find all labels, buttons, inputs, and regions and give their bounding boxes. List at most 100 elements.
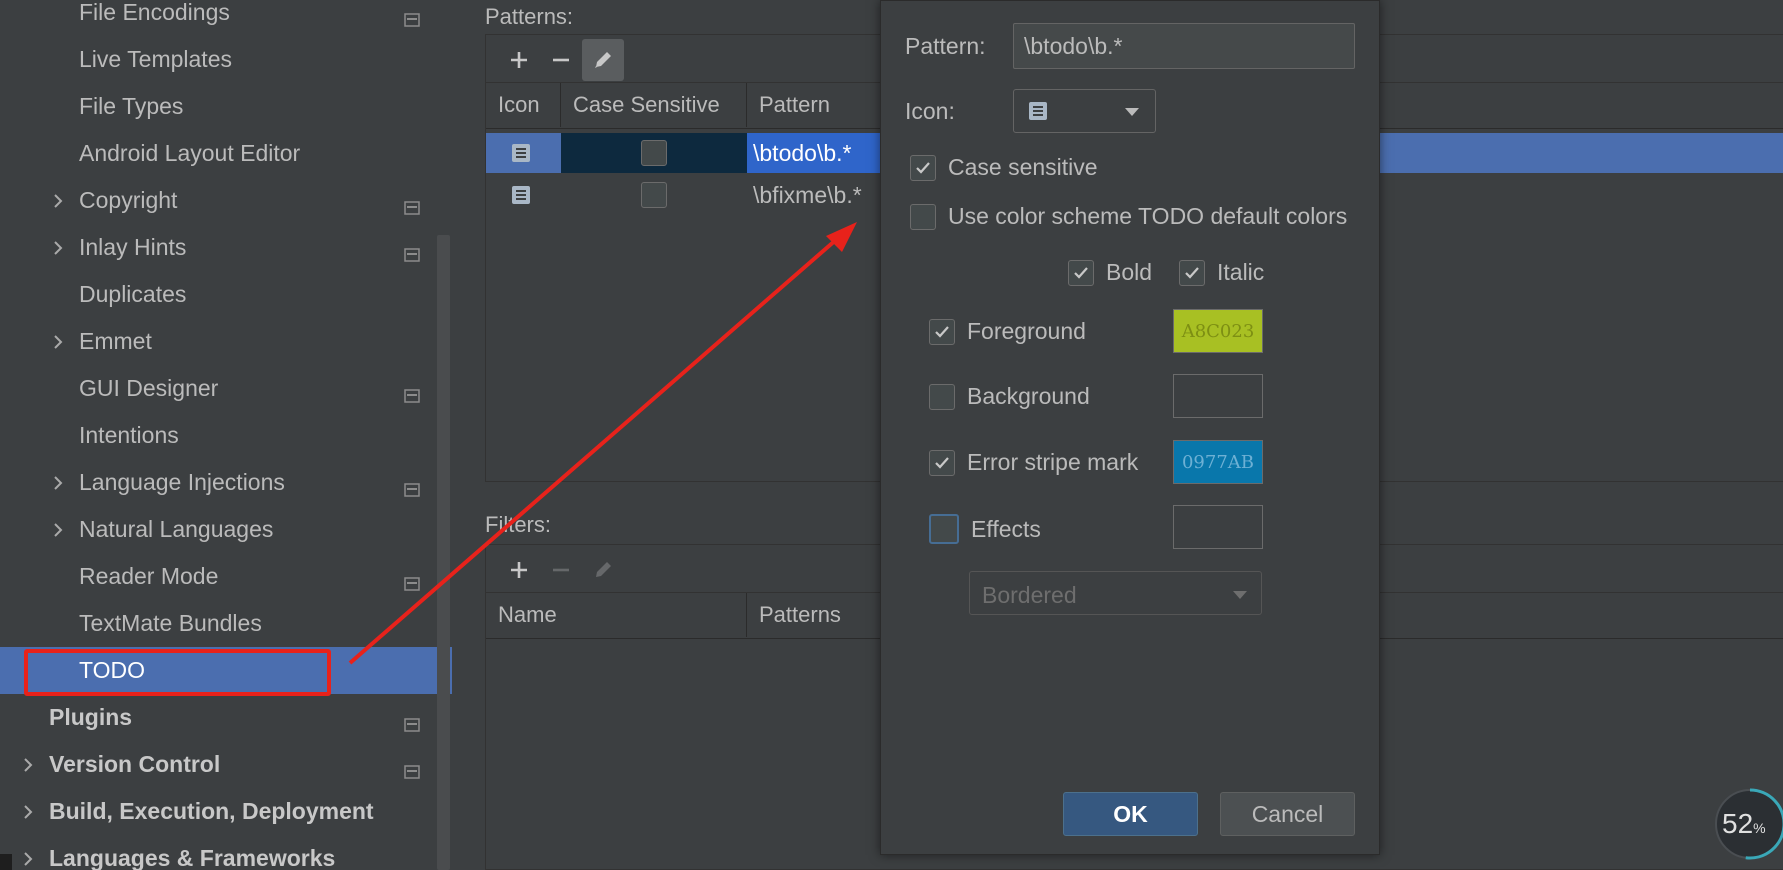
error-stripe-row[interactable]: Error stripe mark (929, 449, 1138, 476)
case-sensitive-checkbox[interactable] (641, 140, 667, 166)
cancel-button[interactable]: Cancel (1220, 792, 1355, 836)
sidebar-item-textmate-bundles[interactable]: TextMate Bundles (0, 600, 452, 647)
pattern-cell[interactable]: \bfixme\b.* (747, 175, 862, 215)
effects-checkbox[interactable] (929, 514, 959, 544)
background-row[interactable]: Background (929, 383, 1090, 410)
todo-list-icon (1029, 102, 1047, 120)
remove-icon (553, 568, 569, 572)
add-pattern-button[interactable] (498, 39, 540, 81)
annotation-highlight-box (24, 649, 331, 696)
edit-icon (596, 562, 611, 577)
project-settings-icon (404, 476, 420, 497)
edit-pattern-button[interactable] (582, 39, 624, 81)
foreground-label: Foreground (967, 318, 1086, 344)
bold-row[interactable]: Bold (1068, 259, 1152, 286)
chevron-right-icon[interactable] (21, 851, 35, 866)
remove-filter-button[interactable] (540, 549, 582, 591)
sidebar-item-intentions[interactable]: Intentions (0, 412, 452, 459)
sidebar-item-duplicates[interactable]: Duplicates (0, 271, 452, 318)
filters-title: Filters: (485, 512, 551, 537)
column-case-sensitive[interactable]: Case Sensitive (561, 83, 747, 127)
case-sensitive-checkbox[interactable] (641, 182, 667, 208)
sidebar-item-label: Intentions (79, 422, 179, 448)
use-default-colors-label: Use color scheme TODO default colors (948, 203, 1348, 229)
effects-color-swatch[interactable] (1173, 505, 1263, 549)
case-sensitive-cell[interactable] (561, 133, 747, 173)
remove-pattern-button[interactable] (540, 39, 582, 81)
memory-usage-number: 52 (1722, 808, 1754, 839)
use-default-colors-row[interactable]: Use color scheme TODO default colors (910, 203, 1347, 230)
sidebar-item-label: Android Layout Editor (79, 140, 301, 166)
chevron-right-icon[interactable] (51, 522, 65, 537)
chevron-right-icon[interactable] (51, 193, 65, 208)
case-sensitive-row[interactable]: Case sensitive (910, 154, 1098, 181)
chevron-right-icon[interactable] (21, 804, 35, 819)
memory-usage-unit: % (1753, 820, 1766, 836)
sidebar-item-language-injections[interactable]: Language Injections (0, 459, 452, 506)
sidebar-item-inlay-hints[interactable]: Inlay Hints (0, 224, 452, 271)
project-settings-icon (404, 194, 420, 215)
sidebar-item-version-control[interactable]: Version Control (0, 741, 452, 788)
sidebar-item-plugins[interactable]: Plugins (0, 694, 452, 741)
foreground-checkbox[interactable] (929, 318, 955, 345)
project-settings-icon (404, 6, 420, 27)
italic-checkbox[interactable] (1179, 259, 1205, 286)
project-settings-icon (404, 241, 420, 262)
sidebar-item-emmet[interactable]: Emmet (0, 318, 452, 365)
ok-button[interactable]: OK (1063, 792, 1198, 836)
effects-row[interactable]: Effects (929, 514, 1041, 544)
sidebar-item-label: TextMate Bundles (79, 610, 262, 636)
sidebar-item-label: Version Control (49, 751, 221, 777)
sidebar-item-file-encodings[interactable]: File Encodings (0, 0, 452, 36)
chevron-right-icon[interactable] (51, 475, 65, 490)
sidebar-scrollbar[interactable] (437, 235, 450, 870)
effects-type-value: Bordered (982, 582, 1077, 608)
foreground-color-swatch[interactable]: A8C023 (1173, 309, 1263, 353)
foreground-row[interactable]: Foreground (929, 318, 1086, 345)
sidebar-item-natural-languages[interactable]: Natural Languages (0, 506, 452, 553)
italic-row[interactable]: Italic (1179, 259, 1264, 286)
memory-usage-value: 52% (1722, 808, 1766, 840)
sidebar-item-reader-mode[interactable]: Reader Mode (0, 553, 452, 600)
memory-usage-widget[interactable]: 52% (1712, 786, 1783, 862)
checkmark-icon (935, 325, 949, 338)
case-sensitive-label: Case sensitive (948, 154, 1098, 180)
background-color-swatch[interactable] (1173, 374, 1263, 418)
remove-icon (553, 58, 569, 62)
error-stripe-color-swatch[interactable]: 0977AB (1173, 440, 1263, 484)
error-stripe-checkbox[interactable] (929, 449, 955, 476)
sidebar-item-android-layout-editor[interactable]: Android Layout Editor (0, 130, 452, 177)
sidebar-item-build-execution-deployment[interactable]: Build, Execution, Deployment (0, 788, 452, 835)
italic-label: Italic (1217, 259, 1265, 285)
settings-tree: File Encodings Live Templates File Types An… (0, 0, 452, 870)
sidebar-item-label: Emmet (79, 328, 152, 354)
checkmark-icon (916, 161, 930, 174)
column-name[interactable]: Name (486, 593, 747, 637)
sidebar-item-languages-frameworks[interactable]: Languages & Frameworks (0, 835, 452, 870)
error-stripe-label: Error stripe mark (967, 449, 1139, 475)
chevron-down-icon (1125, 108, 1139, 116)
use-default-colors-checkbox[interactable] (910, 203, 936, 230)
bold-checkbox[interactable] (1068, 259, 1094, 286)
chevron-right-icon[interactable] (51, 334, 65, 349)
sidebar-item-gui-designer[interactable]: GUI Designer (0, 365, 452, 412)
icon-combobox[interactable] (1013, 89, 1156, 133)
sidebar-item-label: Languages & Frameworks (49, 845, 336, 870)
edit-filter-button[interactable] (582, 549, 624, 591)
case-sensitive-cell[interactable] (561, 175, 747, 215)
edit-pattern-dialog: Pattern: \btodo\b.* Icon: Case sensitive… (880, 0, 1380, 855)
sidebar-item-live-templates[interactable]: Live Templates (0, 36, 452, 83)
pattern-input[interactable]: \btodo\b.* (1013, 23, 1355, 69)
sidebar-item-label: Inlay Hints (79, 234, 187, 260)
column-icon[interactable]: Icon (486, 83, 561, 127)
case-sensitive-dialog-checkbox[interactable] (910, 154, 936, 181)
checkmark-icon (1185, 266, 1199, 279)
sidebar-item-copyright[interactable]: Copyright (0, 177, 452, 224)
sidebar-item-label: Plugins (49, 704, 133, 730)
chevron-right-icon[interactable] (21, 757, 35, 772)
chevron-right-icon[interactable] (51, 240, 65, 255)
sidebar-item-file-types[interactable]: File Types (0, 83, 452, 130)
effects-type-combobox[interactable]: Bordered (969, 571, 1262, 615)
add-filter-button[interactable] (498, 549, 540, 591)
background-checkbox[interactable] (929, 383, 955, 410)
